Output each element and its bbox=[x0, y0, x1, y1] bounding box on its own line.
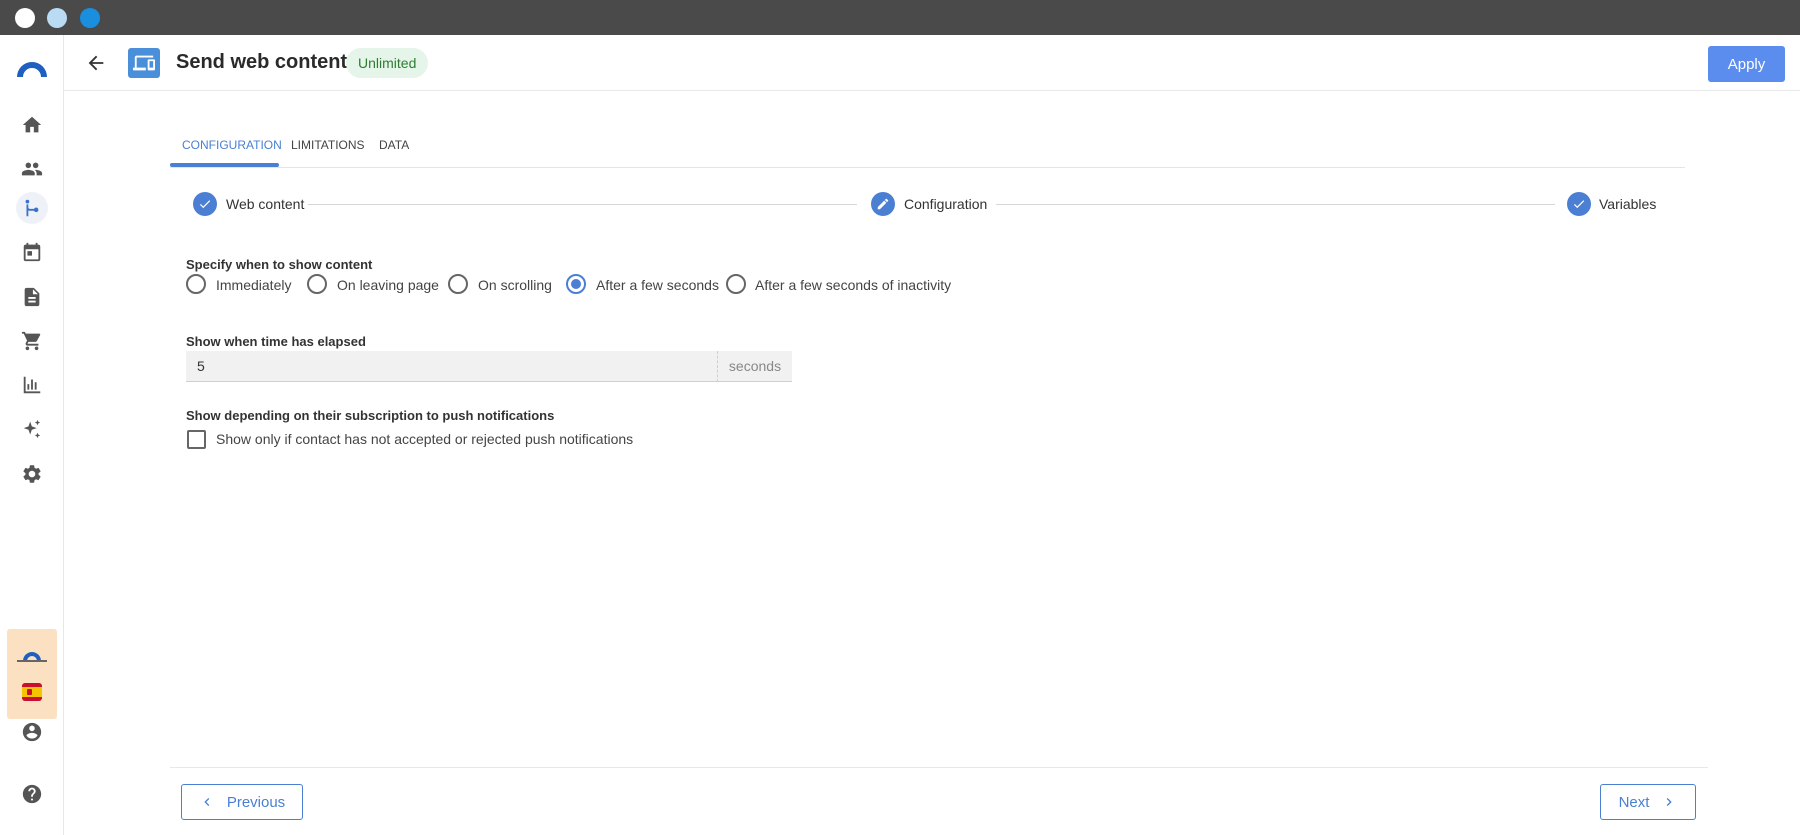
elapsed-time-label: Show when time has elapsed bbox=[186, 334, 366, 349]
step-configuration[interactable] bbox=[871, 192, 895, 216]
contacts-icon bbox=[21, 162, 43, 176]
radio-after-inactivity[interactable] bbox=[726, 274, 746, 294]
sparkle-icon bbox=[23, 419, 41, 439]
push-subscription-label: Show depending on their subscription to … bbox=[186, 408, 555, 423]
checkbox-label: Show only if contact has not accepted or… bbox=[216, 431, 634, 447]
radio-label: On scrolling bbox=[478, 277, 552, 293]
arrow-left-icon bbox=[88, 55, 104, 71]
sidebar bbox=[0, 35, 64, 835]
footer-divider bbox=[170, 767, 1708, 768]
radio-label: On leaving page bbox=[337, 277, 439, 293]
tab-limitations[interactable]: LIMITATIONS bbox=[291, 138, 365, 152]
chevron-left-icon bbox=[204, 798, 210, 806]
brand-logo-icon bbox=[23, 652, 41, 661]
cart-icon bbox=[21, 331, 41, 351]
sidebar-item-reports[interactable] bbox=[16, 369, 48, 401]
brand-logo-caption bbox=[17, 660, 47, 662]
active-tab-indicator bbox=[170, 163, 279, 167]
sidebar-item-help[interactable] bbox=[16, 778, 48, 810]
page-header: Send web content Unlimited Apply bbox=[64, 35, 1800, 91]
seconds-unit: seconds bbox=[717, 351, 792, 382]
check-icon bbox=[1573, 200, 1585, 209]
radio-label: Immediately bbox=[216, 277, 292, 293]
chart-icon bbox=[23, 376, 41, 394]
window-titlebar bbox=[0, 0, 1800, 35]
step-label: Configuration bbox=[904, 196, 988, 212]
calendar-icon bbox=[23, 242, 41, 262]
previous-button[interactable]: Previous bbox=[181, 784, 303, 820]
show-content-label: Specify when to show content bbox=[186, 257, 373, 272]
home-icon bbox=[22, 116, 42, 133]
apply-button[interactable]: Apply bbox=[1708, 46, 1785, 82]
spain-flag-icon bbox=[22, 683, 42, 701]
radio-immediately[interactable] bbox=[186, 274, 206, 294]
sidebar-item-settings[interactable] bbox=[16, 458, 48, 490]
push-notifications-checkbox[interactable] bbox=[187, 430, 206, 449]
back-button[interactable] bbox=[82, 49, 110, 77]
workflow-icon bbox=[25, 199, 39, 217]
check-icon bbox=[199, 200, 211, 209]
limit-badge: Unlimited bbox=[346, 48, 429, 78]
account-switcher[interactable] bbox=[7, 629, 57, 719]
radio-on-leaving-page[interactable] bbox=[307, 274, 327, 294]
step-label: Web content bbox=[226, 196, 305, 212]
tab-data[interactable]: DATA bbox=[379, 138, 409, 152]
window-close-button[interactable] bbox=[15, 8, 35, 28]
pencil-icon bbox=[877, 198, 889, 210]
window-maximize-button[interactable] bbox=[80, 8, 100, 28]
sidebar-item-profile[interactable] bbox=[16, 716, 48, 748]
sidebar-item-calendar[interactable] bbox=[16, 236, 48, 268]
radio-on-scrolling[interactable] bbox=[448, 274, 468, 294]
step-variables[interactable] bbox=[1567, 192, 1591, 216]
radio-label: After a few seconds bbox=[596, 277, 719, 293]
account-circle-icon bbox=[22, 722, 42, 742]
next-button[interactable]: Next bbox=[1600, 784, 1696, 820]
stepper: Web content Configuration Variables bbox=[193, 192, 1657, 218]
radio-after-few-seconds[interactable] bbox=[566, 274, 586, 294]
previous-label: Previous bbox=[226, 793, 286, 811]
elapsed-seconds-input[interactable] bbox=[186, 351, 717, 382]
sidebar-item-ai[interactable] bbox=[16, 413, 48, 445]
web-content-channel-icon bbox=[128, 48, 160, 78]
sidebar-item-commerce[interactable] bbox=[16, 325, 48, 357]
step-connector bbox=[996, 204, 1555, 205]
step-connector bbox=[308, 204, 857, 205]
chevron-right-icon bbox=[1667, 798, 1673, 806]
next-label: Next bbox=[1618, 793, 1650, 811]
app-logo[interactable] bbox=[14, 51, 50, 87]
document-icon bbox=[24, 287, 40, 307]
tab-configuration[interactable]: CONFIGURATION bbox=[182, 138, 282, 152]
tab-bar: CONFIGURATION LIMITATIONS DATA bbox=[170, 125, 1685, 168]
sidebar-item-home[interactable] bbox=[16, 109, 48, 141]
devices-icon bbox=[133, 55, 155, 71]
step-web-content[interactable] bbox=[193, 192, 217, 216]
window-minimize-button[interactable] bbox=[47, 8, 67, 28]
gear-icon bbox=[23, 465, 41, 483]
radio-label: After a few seconds of inactivity bbox=[755, 277, 952, 293]
page-title: Send web content bbox=[176, 51, 348, 73]
sidebar-item-contacts[interactable] bbox=[16, 153, 48, 185]
sidebar-item-workflows[interactable] bbox=[16, 192, 48, 224]
help-icon bbox=[22, 784, 42, 804]
sidebar-item-documents[interactable] bbox=[16, 281, 48, 313]
step-label: Variables bbox=[1599, 196, 1657, 212]
